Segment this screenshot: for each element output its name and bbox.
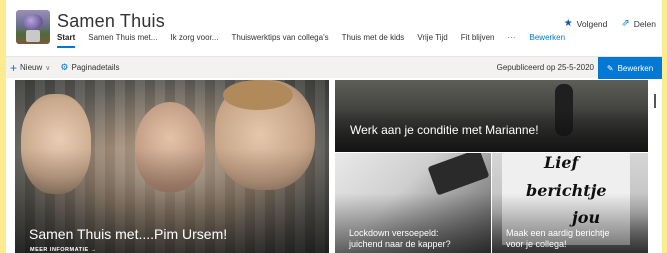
- hero-hair-title-line2: juichend naar de kapper?: [349, 239, 451, 249]
- edit-page-button[interactable]: ✎ Bewerken: [598, 57, 662, 79]
- hero-tile-main[interactable]: Samen Thuis met....Pim Ursem! MEER INFOR…: [15, 80, 329, 253]
- hero-fitness-title: Werk aan je conditie met Marianne!: [350, 123, 539, 137]
- new-label: Nieuw: [20, 63, 43, 72]
- edit-page-label: Bewerken: [617, 63, 654, 73]
- page: Samen Thuis Start Samen Thuis met... Ik …: [6, 0, 662, 253]
- follow-label: Volgend: [576, 18, 608, 29]
- note-handwriting-1: Lief: [544, 153, 579, 172]
- page-details-button[interactable]: ⚙ Paginadetails: [60, 62, 119, 73]
- hero-main-title: Samen Thuis met....Pim Ursem!: [29, 226, 228, 242]
- nav-item-vrije-tijd[interactable]: Vrije Tijd: [417, 33, 447, 48]
- chevron-down-icon: ∨: [45, 64, 51, 72]
- nav-item-thuis-met-de-kids[interactable]: Thuis met de kids: [342, 33, 405, 48]
- hero-note-title-line1: Maak een aardig berichtje: [506, 228, 610, 238]
- nav-item-thuiswerktips[interactable]: Thuiswerktips van collega's: [231, 33, 328, 48]
- comb-image: [427, 153, 490, 196]
- published-date: Gepubliceerd op 25-5-2020: [496, 63, 594, 72]
- gear-icon: ⚙: [60, 62, 69, 72]
- nav-item-start[interactable]: Start: [57, 33, 76, 48]
- header-actions: ★ Volgend ⇗ Delen: [564, 18, 656, 29]
- hero-note-title: Maak een aardig berichtje voor je colleg…: [506, 228, 610, 250]
- hero-tile-note[interactable]: Lief berichtje jou Maak een aardig beric…: [492, 153, 648, 253]
- pot-image: [26, 30, 40, 42]
- nav-item-samen-thuis-met[interactable]: Samen Thuis met...: [88, 33, 157, 48]
- share-icon: ⇗: [621, 18, 630, 29]
- hero-tile-fitness[interactable]: Werk aan je conditie met Marianne!: [335, 80, 648, 152]
- new-button[interactable]: + Nieuw ∨: [10, 60, 51, 75]
- share-button[interactable]: ⇗ Delen: [621, 18, 656, 29]
- site-logo[interactable]: [16, 10, 50, 44]
- share-label: Delen: [633, 18, 656, 29]
- scrollbar-thumb[interactable]: [654, 94, 656, 108]
- plus-icon: +: [10, 60, 18, 75]
- command-bar: + Nieuw ∨ ⚙ Paginadetails Gepubliceerd o…: [6, 56, 662, 79]
- nav-item-ik-zorg-voor[interactable]: Ik zorg voor...: [170, 33, 218, 48]
- child-hair-image: [223, 80, 293, 110]
- nav-item-fit-blijven[interactable]: Fit blijven: [461, 33, 495, 48]
- nav-edit-link[interactable]: Bewerken: [530, 33, 566, 48]
- hero-hair-title-line1: Lockdown versoepeld:: [349, 228, 439, 238]
- page-scrollbar[interactable]: [649, 80, 662, 253]
- site-header: Samen Thuis Start Samen Thuis met... Ik …: [6, 0, 662, 56]
- hero-note-title-line2: voor je collega!: [506, 239, 567, 249]
- hero-hair-title: Lockdown versoepeld: juichend naar de ka…: [349, 228, 451, 250]
- page-details-label: Paginadetails: [71, 63, 120, 72]
- more-info-link[interactable]: MEER INFORMATIE →: [30, 247, 97, 253]
- pencil-icon: ✎: [606, 63, 614, 73]
- star-icon: ★: [563, 18, 573, 29]
- site-navigation: Start Samen Thuis met... Ik zorg voor...…: [57, 33, 578, 48]
- hero-tile-hair[interactable]: Lockdown versoepeld: juichend naar de ka…: [335, 153, 491, 253]
- site-title[interactable]: Samen Thuis: [57, 11, 165, 32]
- command-bar-left: + Nieuw ∨ ⚙ Paginadetails: [10, 60, 120, 75]
- follow-button[interactable]: ★ Volgend: [564, 18, 608, 29]
- plant-image: [23, 14, 43, 30]
- nav-more-icon[interactable]: ···: [508, 33, 516, 48]
